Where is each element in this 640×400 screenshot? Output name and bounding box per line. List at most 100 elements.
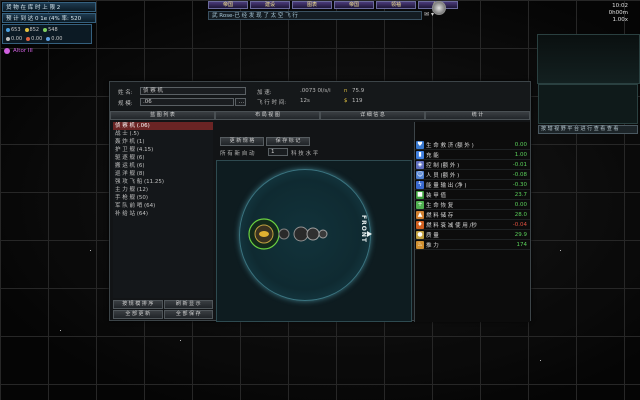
star (540, 360, 541, 361)
menu-charts-button[interactable]: 图表 (292, 1, 332, 9)
fuel-use-icon: ♦ (416, 220, 424, 229)
ship-designer-dialog: 姓 名: 侦 察 机 规 模: .06 … 加 速: .0073 0l/s/i … (109, 81, 531, 322)
list-item[interactable]: 补 给 站 (64) (113, 210, 213, 218)
repair-icon: + (416, 200, 424, 209)
ship-model (248, 218, 328, 250)
flight-time-value: 12s (300, 98, 310, 104)
stat-row: ♦ 燃 料 衰 减 使 用 /秒 -0.04 (415, 220, 530, 230)
resource-6: 0.00 (46, 35, 62, 44)
accel-value: .0073 0l/s/i (300, 88, 331, 94)
ticker-next-icon[interactable]: ▾ (431, 11, 434, 18)
mass-icon: n (344, 88, 348, 94)
tab-stats[interactable]: 统 计 (425, 111, 530, 120)
dialog-header: 姓 名: 侦 察 机 规 模: .06 … 加 速: .0073 0l/s/i … (110, 82, 530, 110)
menu-empire2-button[interactable]: 帝国 (334, 1, 374, 9)
sort-by-scale-button[interactable]: 按 规 模 排 序 (113, 300, 163, 309)
resource-4-icon (6, 36, 10, 41)
thrust-icon: ♨ (416, 240, 424, 249)
armor-icon: ■ (416, 190, 424, 199)
player-emblem-icon (4, 48, 10, 54)
scale-dropdown-button[interactable]: … (235, 98, 246, 106)
update-spec-button[interactable]: 更 新 规 格 (220, 137, 264, 146)
minimap-view-button[interactable]: 按 辖 视 野 平 台 进 行 查 看 查 看 (538, 125, 638, 134)
star (560, 250, 561, 251)
save-all-button[interactable]: 全 部 保 存 (163, 310, 213, 319)
menu-orb-button[interactable] (432, 1, 446, 15)
news-ticker[interactable]: 武 Rose-已 经 发 现 了 太 空 飞 行 (208, 11, 422, 20)
hull-module (278, 228, 290, 240)
save-mark-button[interactable]: 保 存 标 记 (266, 137, 310, 146)
list-item[interactable]: 护 卫 舰 (4.15) (113, 146, 213, 154)
update-all-button[interactable]: 全 部 更 新 (113, 310, 163, 319)
minimap-preview[interactable] (538, 84, 638, 124)
list-item[interactable]: 战 士 (.5) (113, 130, 213, 138)
dialog-tabs: 蓝 图 列 表 布 局 视 图 详 细 信 息 统 计 (110, 111, 530, 120)
player-tag[interactable]: Altor III (4, 48, 33, 54)
minimap-panel[interactable] (537, 34, 640, 84)
menu-empire-button[interactable]: 帝国 (208, 1, 248, 9)
tab-blueprint-list[interactable]: 蓝 图 列 表 (110, 111, 215, 120)
hull-module (293, 226, 309, 242)
list-item[interactable]: 驱 逐 舰 (6) (113, 154, 213, 162)
resource-3-icon (43, 27, 48, 32)
tab-layout-view[interactable]: 布 局 视 图 (215, 111, 320, 120)
list-item[interactable]: 侦 察 机 (.06) (113, 122, 213, 130)
arrival-line: 预 计 到 达 0 1e (4% 率: 520 (2, 13, 96, 23)
tab-details[interactable]: 详 细 信 息 (320, 111, 425, 120)
resource-2-icon (24, 27, 29, 32)
hud-info-panel: 货 物 在 库 时 上 限 2 预 计 到 达 0 1e (4% 率: 520 (2, 2, 96, 24)
scale-field[interactable]: .06 (140, 98, 234, 106)
list-item[interactable]: 强 攻 飞 船 (11.25) (113, 178, 213, 186)
blueprint-list: 侦 察 机 (.06) 战 士 (.5) 轰 炸 机 (1) 护 卫 舰 (4.… (113, 122, 213, 298)
list-item[interactable]: 轰 炸 机 (1) (113, 138, 213, 146)
stat-row: ■ 装 甲 值 23.7 (415, 190, 530, 200)
stat-row: ϟ 能 量 输 出 (净 ) -0.30 (415, 180, 530, 190)
ticker-mail-icon[interactable]: ✉ (424, 11, 429, 18)
clock-speed[interactable]: 1.00x (609, 17, 628, 24)
accel-label: 加 速: (257, 90, 272, 96)
stat-row: ▮ 充 能 1.00 (415, 150, 530, 160)
stat-row: ● 质 量 29.9 (415, 230, 530, 240)
tech-auto-label: 所 有 新 自 动 (220, 151, 255, 157)
ticker-controls: ✉ ▾ (424, 11, 434, 18)
menu-build-button[interactable]: 建设 (250, 1, 290, 9)
stat-row: + 生 命 恢 复 0.00 (415, 200, 530, 210)
cost-value: 119 (352, 98, 363, 104)
front-label: FRONT (360, 215, 367, 243)
top-menu-bar: 帝国 建设 图表 帝国 领袖 外交 (208, 1, 458, 9)
resource-2: 852 (24, 26, 39, 35)
refresh-display-button[interactable]: 刷 新 显 示 (163, 300, 213, 309)
menu-leader-button[interactable]: 领袖 (376, 1, 416, 9)
crew-icon: ☺ (416, 170, 424, 179)
game-clock: 10:02 0h00m 1.00x (609, 3, 628, 24)
cargo-line: 货 物 在 库 时 上 限 2 (2, 2, 96, 12)
list-item[interactable]: 手 枪 舰 (50) (113, 194, 213, 202)
engine-core (259, 231, 269, 237)
tech-level-field[interactable]: 1 (268, 148, 288, 156)
star (60, 330, 61, 331)
nose-module (318, 229, 328, 239)
resource-1: 653 (6, 26, 21, 35)
control-icon: ◈ (416, 160, 424, 169)
resource-5-icon (26, 36, 31, 41)
list-item[interactable]: 军 队 前 哨 (64) (113, 202, 213, 210)
resource-panel: 653 852 548 0.00 0.00 0.00 (2, 24, 92, 44)
list-item[interactable]: 主 力 舰 (12) (113, 186, 213, 194)
stat-row: ◈ 控 制 (额 外 ) -0.01 (415, 160, 530, 170)
flight-time-label: 飞 行 时 间: (257, 100, 287, 106)
stat-row: ♥ 生 命 救 济 (额 外 ) 0.00 (415, 140, 530, 150)
list-item[interactable]: 搬 运 机 (6) (113, 162, 213, 170)
tech-level-label: 科 技 水 平 (291, 151, 319, 157)
power-icon: ϟ (416, 180, 424, 189)
resource-6-icon (46, 36, 51, 41)
hull-module (306, 227, 320, 241)
list-button-group: 按 规 模 排 序 刷 新 显 示 全 部 更 新 全 部 保 存 (113, 300, 213, 320)
charge-icon: ▮ (416, 150, 424, 159)
ship-layout-view[interactable]: FRONT (216, 160, 412, 322)
list-item[interactable]: 巡 洋 舰 (8) (113, 170, 213, 178)
name-field[interactable]: 侦 察 机 (140, 87, 246, 95)
clock-time: 10:02 (612, 3, 628, 9)
name-label: 姓 名: (118, 90, 133, 96)
player-name: Altor III (13, 48, 33, 54)
mass-icon: ● (416, 230, 424, 239)
